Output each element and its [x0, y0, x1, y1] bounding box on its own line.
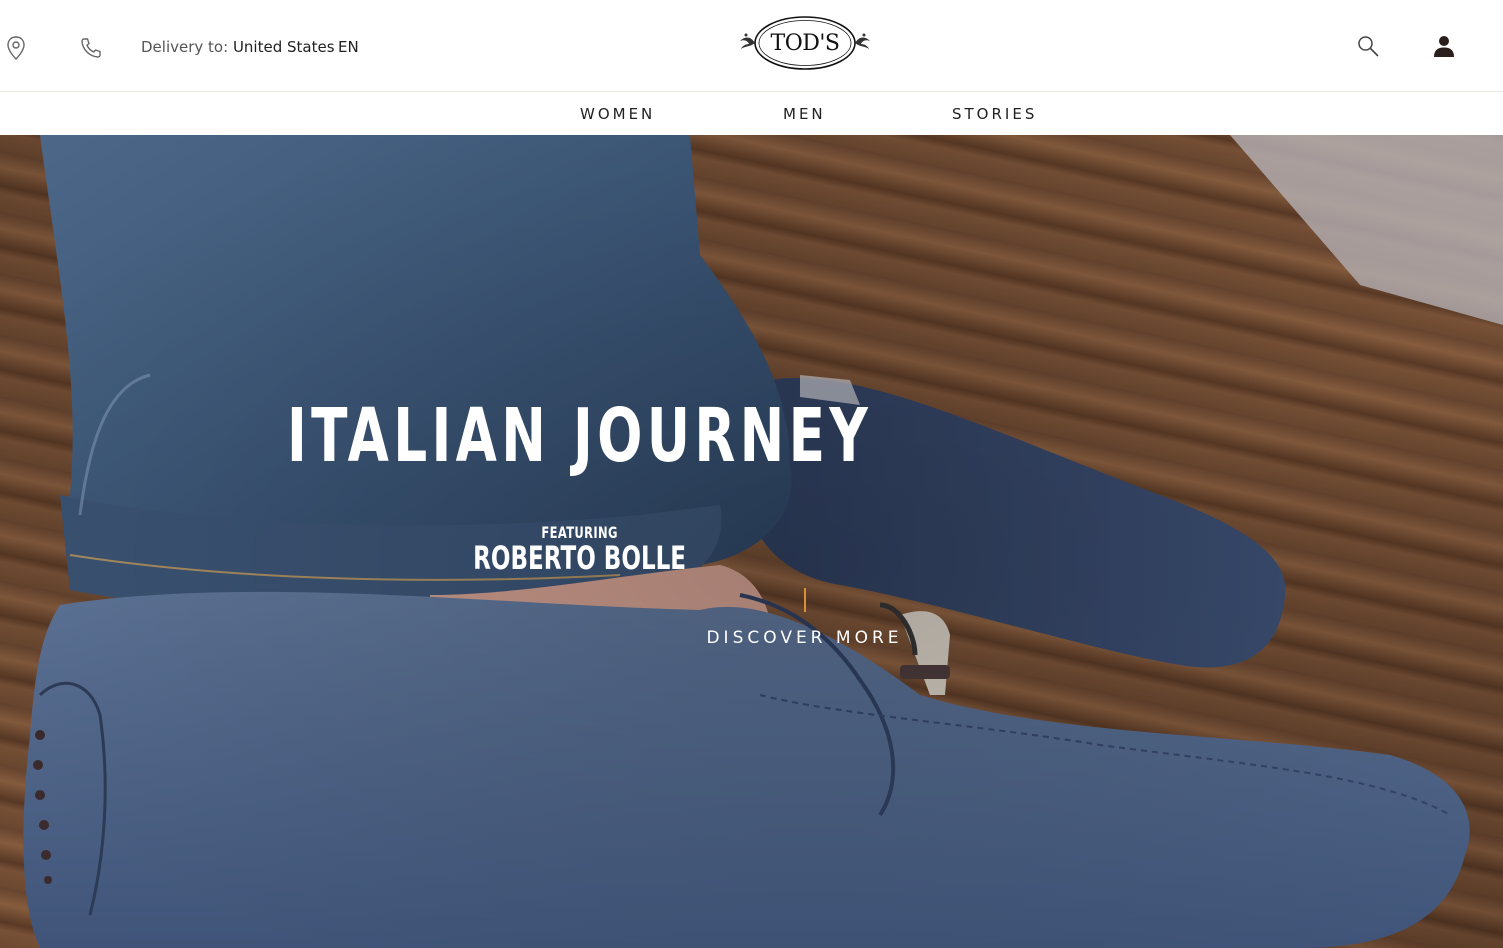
- nav-item-women[interactable]: WOMEN: [580, 105, 655, 123]
- language-selector[interactable]: EN: [338, 38, 359, 56]
- top-header: Delivery to: United States EN TOD'S: [0, 0, 1503, 92]
- location-pin-icon[interactable]: [5, 35, 27, 61]
- search-icon[interactable]: [1356, 34, 1380, 58]
- brand-logo[interactable]: TOD'S: [736, 13, 874, 73]
- delivery-label: Delivery to:: [141, 38, 229, 56]
- account-icon[interactable]: [1432, 34, 1456, 58]
- phone-icon[interactable]: [79, 36, 103, 60]
- logo-wordmark: TOD'S: [770, 31, 840, 56]
- hero-title: ITALIAN JOURNEY: [286, 393, 873, 479]
- delivery-country[interactable]: United States: [233, 38, 335, 56]
- hero-banner[interactable]: ITALIAN JOURNEY FEATURING ROBERTO BOLLE …: [0, 135, 1503, 948]
- delivery-selector[interactable]: Delivery to: United States: [141, 38, 335, 56]
- accent-divider: [804, 588, 806, 612]
- featured-name: ROBERTO BOLLE: [473, 539, 687, 577]
- nav-item-men[interactable]: MEN: [783, 105, 826, 123]
- nav-item-stories[interactable]: STORIES: [952, 105, 1037, 123]
- discover-more-link[interactable]: DISCOVER MORE: [0, 628, 1503, 648]
- main-navigation: WOMEN MEN STORIES: [0, 92, 1503, 135]
